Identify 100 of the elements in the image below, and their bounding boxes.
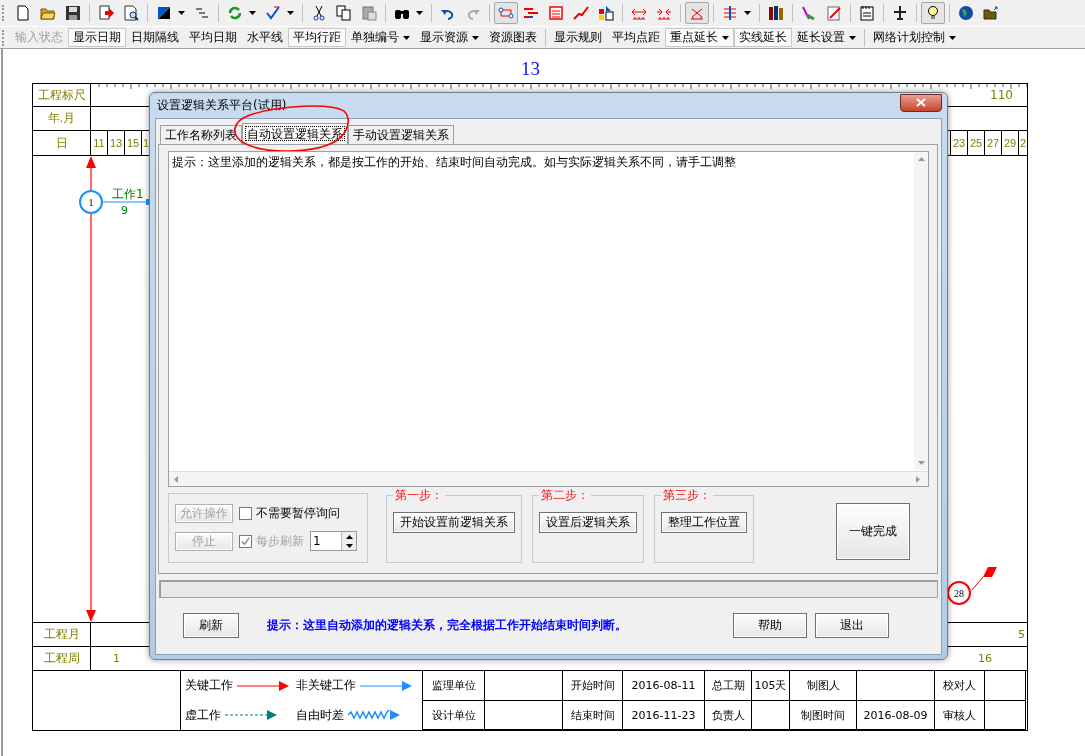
table-cell: 2016-08-09	[857, 701, 935, 730]
close-icon	[916, 98, 926, 107]
finish-button[interactable]: 一键完成	[836, 503, 910, 560]
node-circle: 28	[947, 581, 971, 605]
horizontal-scrollbar[interactable]	[169, 471, 928, 486]
legend-label: 自由时差	[295, 706, 344, 724]
legend-label: 虚工作	[185, 706, 221, 724]
day-cell: 25	[968, 131, 985, 155]
step-button[interactable]: 开始设置前逻辑关系	[393, 512, 515, 533]
dropdown-arrow-icon	[178, 11, 185, 15]
dropdown-arrow-icon	[849, 35, 856, 40]
checkmark-icon	[241, 536, 250, 546]
indent-lines-icon	[194, 5, 210, 21]
document-icon	[15, 5, 31, 21]
toolbar-button[interactable]: 水平线	[242, 28, 288, 47]
dropdown-arrow-icon	[744, 11, 751, 15]
tab[interactable]: 自动设置逻辑关系	[242, 123, 348, 144]
toolbar-button[interactable]: 实线延长	[734, 28, 792, 47]
page-number: 13	[520, 57, 541, 81]
table-cell: 105天	[752, 671, 790, 701]
folder-icon	[40, 5, 56, 21]
toolbar-button[interactable]: 平均点距	[607, 28, 665, 47]
align-lines-icon	[722, 5, 738, 21]
day-cell: 13	[108, 131, 125, 155]
spin-down-icon	[345, 543, 353, 548]
chart-icon	[598, 5, 614, 21]
legend-label: 关键工作	[185, 677, 233, 695]
toolbar-button[interactable]	[921, 2, 945, 24]
ruler-value: 110	[990, 88, 1013, 102]
tab[interactable]: 手动设置逻辑关系	[348, 125, 454, 144]
dropdown-arrow-icon	[722, 35, 729, 40]
step-count-spinner[interactable]: 1	[310, 531, 357, 551]
day-cell: 23	[951, 131, 968, 155]
scroll-left-icon	[174, 475, 178, 483]
print-preview-icon	[123, 5, 139, 21]
day-cell-text: 2	[1019, 136, 1027, 151]
row-label: 工程周	[43, 650, 80, 667]
step-button[interactable]: 整理工作位置	[661, 512, 747, 533]
table-cell: 总工期	[705, 671, 752, 701]
row-label: 工程标尺	[37, 86, 86, 104]
table-cell: 制图时间	[790, 701, 857, 730]
node-circle: 1	[79, 190, 103, 214]
day-cell: 29	[1002, 131, 1019, 155]
vertical-scrollbar[interactable]	[914, 152, 928, 470]
spin-up-icon	[345, 534, 353, 539]
toolbar-button[interactable]: 平均日期	[184, 28, 242, 47]
table-cell: 审核人	[935, 701, 985, 730]
dropdown-arrow-icon	[472, 35, 479, 40]
dropdown-arrow-icon	[287, 11, 294, 15]
day-cell: 27	[985, 131, 1002, 155]
month-number: 5	[1018, 628, 1025, 641]
table-cell: 设计单位	[423, 701, 485, 730]
work-duration: 9	[121, 204, 128, 217]
toolbar-button[interactable]: 显示规则	[549, 28, 607, 47]
checkbox[interactable]: 不需要暂停询问	[239, 505, 340, 522]
row-label: 日	[55, 134, 68, 152]
scroll-down-icon	[917, 461, 925, 465]
step-button[interactable]: 设置后逻辑关系	[539, 512, 637, 533]
bars-icon	[523, 5, 539, 21]
curve-icon	[573, 5, 589, 21]
table-cell: 制图人	[790, 671, 857, 701]
table-icon	[548, 5, 564, 21]
help-button[interactable]: 帮助	[733, 612, 807, 638]
flag-icon	[971, 567, 997, 591]
table-cell: 负责人	[705, 701, 752, 730]
day-cell: 15	[125, 131, 142, 155]
refresh-button[interactable]: 刷新	[183, 612, 239, 638]
week-number: 1	[113, 652, 120, 665]
toolbar-button[interactable]: 单独编号	[346, 28, 415, 47]
step-title: 第二步：	[540, 487, 590, 504]
toolbar-button[interactable]: 显示日期	[68, 28, 126, 47]
hint-text: 提示：这里自动添加的逻辑关系，完全根据工作开始结束时间判断。	[267, 616, 627, 634]
close-button[interactable]	[900, 93, 942, 112]
dropdown-arrow-icon	[416, 11, 423, 15]
day-cell: 11	[91, 131, 108, 155]
toolbar-button[interactable]: 平均行距	[288, 28, 346, 47]
scissors-icon	[311, 5, 327, 21]
exit-button[interactable]: 退出	[815, 612, 889, 638]
dropdown-arrow-icon	[403, 35, 410, 40]
toolbar-button[interactable]: 重点延长	[665, 28, 734, 47]
toolbar-button[interactable]: 显示资源	[415, 28, 484, 47]
week-number: 16	[978, 652, 992, 665]
notepad-icon	[859, 5, 875, 21]
toolbar-button[interactable]: 网络计划控制	[868, 28, 961, 47]
checkmark-icon	[265, 5, 281, 21]
toolbar-button[interactable]: 日期隔线	[126, 28, 184, 47]
step-title: 第一步：	[394, 487, 444, 504]
triangle-icon	[156, 5, 172, 21]
checkbox-box[interactable]	[239, 507, 252, 520]
export-icon	[98, 5, 114, 21]
books-icon	[768, 5, 784, 21]
toolbar-button[interactable]: 资源图表	[484, 28, 542, 47]
folder-arrow-icon	[983, 5, 999, 21]
lightbulb-icon	[925, 5, 941, 21]
toolbar-button[interactable]: 延长设置	[792, 28, 861, 47]
work-name: 工作1	[112, 186, 144, 203]
scroll-right-icon	[916, 475, 920, 483]
network-icon	[498, 5, 514, 21]
legend-label: 非关键工作	[295, 677, 356, 695]
scroll-up-icon	[917, 157, 925, 161]
